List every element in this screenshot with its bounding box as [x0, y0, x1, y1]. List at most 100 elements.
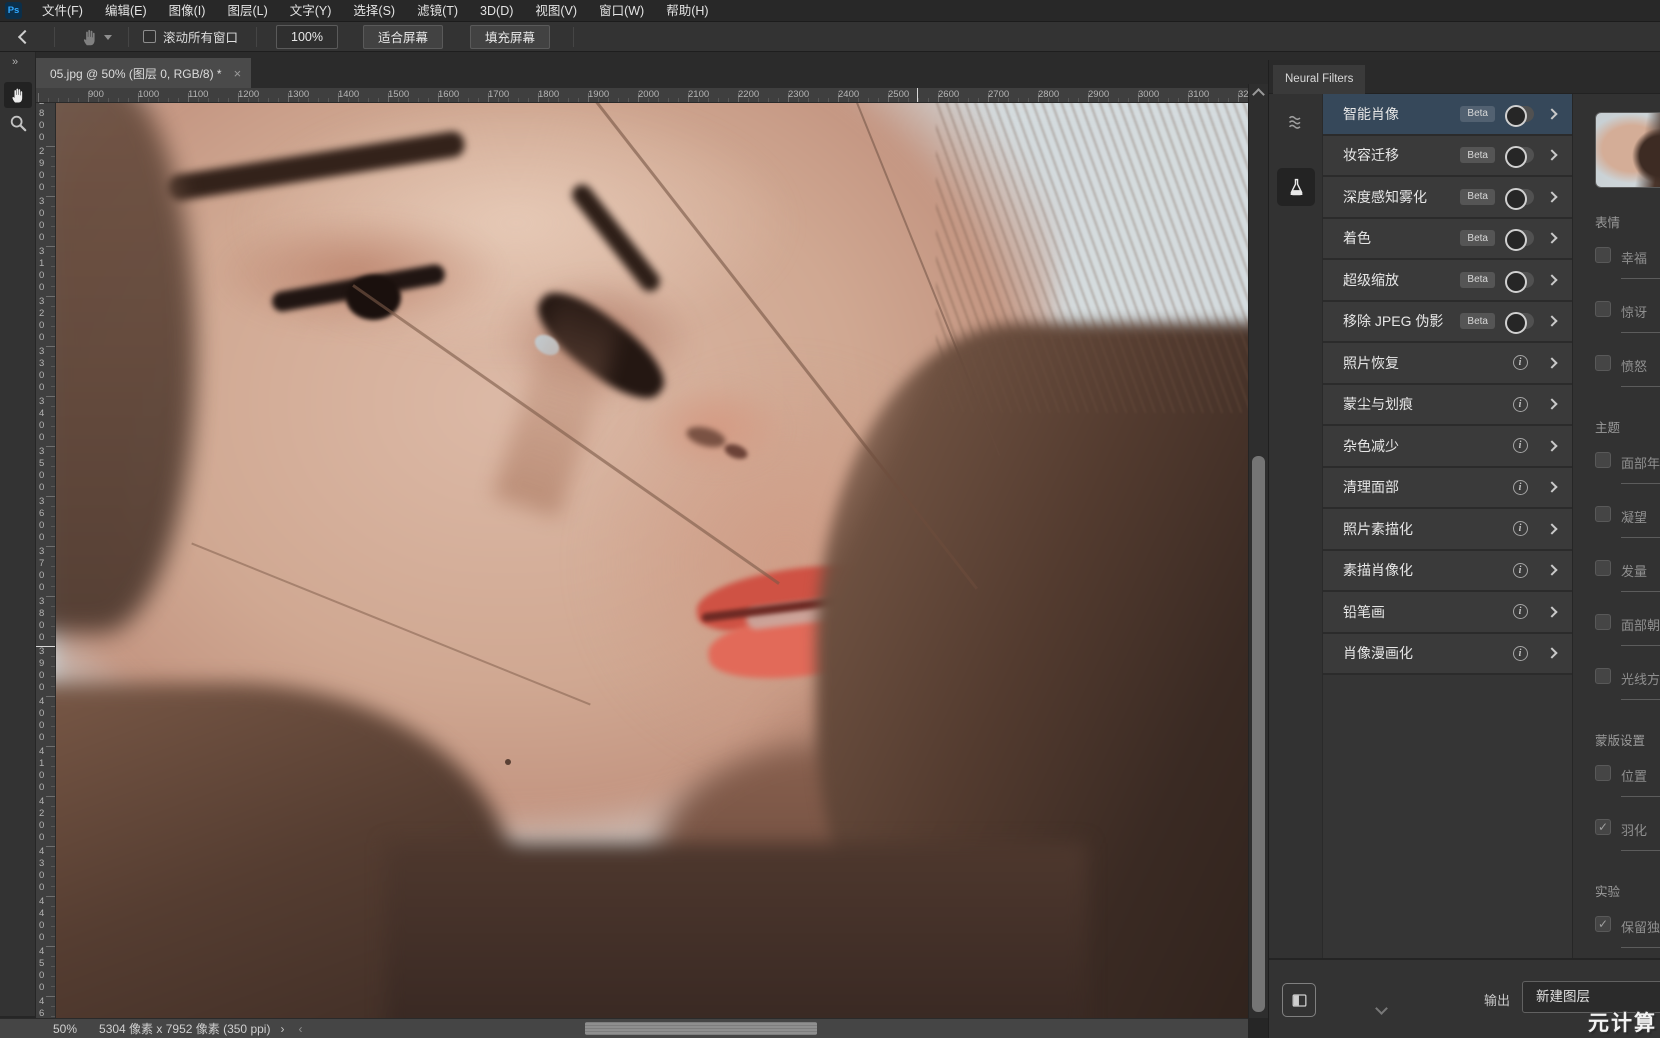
property-checkbox[interactable]: [1595, 819, 1611, 835]
property-checkbox[interactable]: [1595, 765, 1611, 781]
property-checkbox[interactable]: [1595, 301, 1611, 317]
filter-enable-toggle[interactable]: [1506, 106, 1534, 122]
scroll-all-windows-checkbox[interactable]: [143, 30, 156, 43]
back-arrow-icon[interactable]: [18, 29, 32, 43]
neural-filters-tab[interactable]: Neural Filters: [1273, 65, 1365, 94]
filter-row-0[interactable]: 智能肖像Beta: [1323, 94, 1572, 136]
hand-tool-button[interactable]: [4, 82, 32, 108]
filter-row-6[interactable]: 照片恢复i: [1323, 343, 1572, 385]
info-icon[interactable]: i: [1513, 355, 1528, 370]
filter-row-1[interactable]: 妆容迁移Beta: [1323, 136, 1572, 178]
property-checkbox[interactable]: [1595, 560, 1611, 576]
chevron-right-icon[interactable]: [1546, 233, 1557, 244]
property-checkbox[interactable]: [1595, 355, 1611, 371]
chevron-right-icon[interactable]: [1546, 399, 1557, 410]
zoom-100-button[interactable]: 100%: [276, 25, 338, 49]
menu-item-8[interactable]: 视图(V): [524, 0, 588, 22]
filter-enable-toggle[interactable]: [1506, 147, 1534, 163]
document-tab[interactable]: 05.jpg @ 50% (图层 0, RGB/8) * ×: [36, 58, 251, 88]
vertical-scrollbar[interactable]: [1248, 84, 1268, 1018]
info-icon[interactable]: i: [1513, 563, 1528, 578]
filter-row-5[interactable]: 移除 JPEG 伪影Beta: [1323, 302, 1572, 344]
property-slider[interactable]: [1621, 332, 1660, 333]
info-icon[interactable]: i: [1513, 646, 1528, 661]
chevron-right-icon[interactable]: [1546, 523, 1557, 534]
featured-filters-button[interactable]: [1277, 102, 1315, 140]
filter-enable-toggle[interactable]: [1506, 230, 1534, 246]
chevron-down-icon[interactable]: [104, 35, 112, 40]
filter-row-12[interactable]: 铅笔画i: [1323, 592, 1572, 634]
filter-row-4[interactable]: 超级缩放Beta: [1323, 260, 1572, 302]
property-slider[interactable]: [1621, 483, 1660, 484]
menu-item-2[interactable]: 图像(I): [158, 0, 217, 22]
chevron-right-icon[interactable]: [1546, 606, 1557, 617]
property-slider[interactable]: [1621, 386, 1660, 387]
preview-toggle-button[interactable]: [1282, 983, 1316, 1017]
property-checkbox[interactable]: [1595, 452, 1611, 468]
menu-item-3[interactable]: 图层(L): [216, 0, 278, 22]
hand-tool-icon[interactable]: [79, 26, 101, 48]
chevron-right-icon[interactable]: [1546, 648, 1557, 659]
fill-screen-button[interactable]: 填充屏幕: [470, 25, 550, 49]
filter-row-3[interactable]: 着色Beta: [1323, 219, 1572, 261]
filter-row-9[interactable]: 清理面部i: [1323, 468, 1572, 510]
info-icon[interactable]: i: [1513, 438, 1528, 453]
menu-item-4[interactable]: 文字(Y): [279, 0, 343, 22]
chevron-right-icon[interactable]: [1546, 565, 1557, 576]
property-checkbox[interactable]: [1595, 247, 1611, 263]
menu-item-7[interactable]: 3D(D): [469, 0, 524, 22]
fit-screen-button[interactable]: 适合屏幕: [363, 25, 443, 49]
chevron-right-icon[interactable]: [1546, 316, 1557, 327]
property-checkbox[interactable]: [1595, 668, 1611, 684]
info-icon[interactable]: i: [1513, 480, 1528, 495]
beta-filters-button[interactable]: [1277, 168, 1315, 206]
status-menu-arrow-icon[interactable]: ›: [280, 1022, 284, 1036]
filter-row-7[interactable]: 蒙尘与划痕i: [1323, 385, 1572, 427]
chevron-right-icon[interactable]: [1546, 191, 1557, 202]
menu-item-0[interactable]: 文件(F): [31, 0, 94, 22]
vertical-scrollbar-thumb[interactable]: [1252, 456, 1265, 1012]
filter-row-2[interactable]: 深度感知雾化Beta: [1323, 177, 1572, 219]
chevron-right-icon[interactable]: [1546, 150, 1557, 161]
chevron-right-icon[interactable]: [1546, 274, 1557, 285]
filter-row-11[interactable]: 素描肖像化i: [1323, 551, 1572, 593]
property-checkbox[interactable]: [1595, 614, 1611, 630]
filter-enable-toggle[interactable]: [1506, 313, 1534, 329]
property-checkbox[interactable]: [1595, 916, 1611, 932]
property-checkbox[interactable]: [1595, 506, 1611, 522]
property-slider[interactable]: [1621, 645, 1660, 646]
status-collapse-icon[interactable]: ‹: [298, 1022, 302, 1036]
property-slider[interactable]: [1621, 796, 1660, 797]
chevron-right-icon[interactable]: [1546, 108, 1557, 119]
menu-item-6[interactable]: 滤镜(T): [406, 0, 469, 22]
property-slider[interactable]: [1621, 699, 1660, 700]
close-icon[interactable]: ×: [234, 66, 242, 81]
chevron-down-icon[interactable]: [1375, 1002, 1388, 1015]
info-icon[interactable]: i: [1513, 397, 1528, 412]
filter-row-13[interactable]: 肖像漫画化i: [1323, 634, 1572, 676]
chevron-right-icon[interactable]: [1546, 357, 1557, 368]
menu-item-1[interactable]: 编辑(E): [94, 0, 158, 22]
zoom-tool-button[interactable]: [4, 110, 32, 136]
filter-enable-toggle[interactable]: [1506, 272, 1534, 288]
menu-item-10[interactable]: 帮助(H): [655, 0, 719, 22]
chevron-right-icon[interactable]: [1546, 440, 1557, 451]
canvas-photo[interactable]: [56, 103, 1248, 1018]
property-slider[interactable]: [1621, 278, 1660, 279]
filter-row-8[interactable]: 杂色减少i: [1323, 426, 1572, 468]
filter-enable-toggle[interactable]: [1506, 189, 1534, 205]
property-slider[interactable]: [1621, 947, 1660, 948]
property-slider[interactable]: [1621, 537, 1660, 538]
property-slider[interactable]: [1621, 591, 1660, 592]
property-slider[interactable]: [1621, 850, 1660, 851]
scroll-up-icon[interactable]: [1252, 88, 1265, 101]
info-icon[interactable]: i: [1513, 521, 1528, 536]
horizontal-scrollbar-thumb[interactable]: [585, 1022, 817, 1035]
panel-overflow-icon[interactable]: »: [12, 56, 19, 68]
chevron-right-icon[interactable]: [1546, 482, 1557, 493]
filter-row-10[interactable]: 照片素描化i: [1323, 509, 1572, 551]
zoom-level-field[interactable]: 50%: [53, 1022, 77, 1036]
menu-item-5[interactable]: 选择(S): [342, 0, 406, 22]
menu-item-9[interactable]: 窗口(W): [588, 0, 655, 22]
info-icon[interactable]: i: [1513, 604, 1528, 619]
